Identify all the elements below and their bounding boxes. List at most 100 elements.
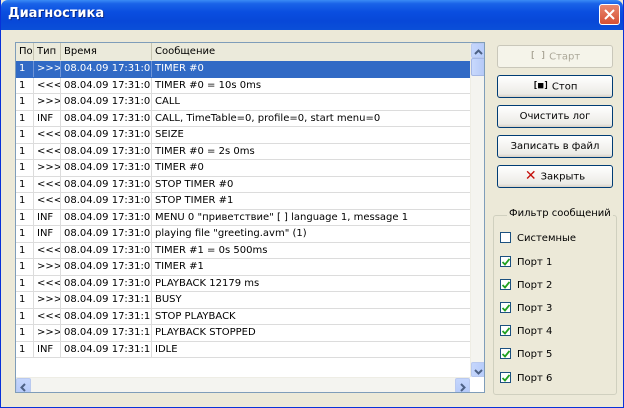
vertical-scroll-thumb[interactable] bbox=[471, 58, 484, 76]
log-cell-port: 1 bbox=[16, 143, 34, 160]
log-row[interactable]: 1 >>> 08.04.09 17:31:01 TIMER #0 bbox=[16, 61, 470, 78]
scroll-right-button[interactable] bbox=[455, 378, 470, 392]
log-row[interactable]: 1 INF 08.04.09 17:31:05 MENU 0 "приветствие… bbox=[16, 209, 470, 226]
filter-option-label: Системные bbox=[517, 233, 577, 244]
stop-button[interactable]: [■] Стоп bbox=[497, 75, 613, 98]
column-header-port[interactable]: Порт bbox=[16, 43, 34, 60]
log-cell-message: CALL bbox=[155, 96, 180, 107]
filter-port-5-checkbox[interactable]: Порт 5 bbox=[500, 347, 553, 362]
log-cell-time: 08.04.09 17:31:05 bbox=[61, 209, 152, 226]
checkbox-checked-icon[interactable] bbox=[500, 347, 511, 359]
log-cell-time: 08.04.09 17:31:03 bbox=[61, 143, 152, 160]
log-cell-message: PLAYBACK STOPPED bbox=[155, 327, 256, 338]
close-window-button[interactable] bbox=[599, 4, 620, 25]
log-cell-port: 1 bbox=[16, 110, 34, 127]
filter-system-checkbox[interactable]: Системные bbox=[500, 231, 577, 246]
checkbox-checked-icon[interactable] bbox=[500, 324, 511, 336]
log-cell-type: >>> bbox=[34, 292, 61, 308]
checkbox-checked-icon[interactable] bbox=[500, 301, 511, 313]
log-row[interactable]: 1 INF 08.04.09 17:31:15 IDLE bbox=[16, 341, 470, 358]
log-cell-type: <<< bbox=[34, 242, 61, 259]
clear-log-button[interactable]: Очистить лог bbox=[497, 105, 613, 128]
log-cell-message: SEIZE bbox=[155, 129, 184, 140]
filter-option-label: Порт 3 bbox=[517, 303, 553, 314]
log-cell-type: <<< bbox=[34, 143, 61, 160]
close-button-label: Закрыть bbox=[540, 171, 586, 183]
log-cell-time: 08.04.09 17:31:01 bbox=[61, 61, 152, 77]
arrow-left-icon bbox=[20, 383, 26, 392]
log-cell-time: 08.04.09 17:31:02 bbox=[61, 94, 152, 110]
log-cell-type: >>> bbox=[34, 94, 61, 110]
filter-option-label: Порт 4 bbox=[517, 326, 553, 337]
log-cell-time: 08.04.09 17:31:15 bbox=[61, 292, 152, 308]
log-row[interactable]: 1 >>> 08.04.09 17:31:05 TIMER #1 bbox=[16, 259, 470, 276]
scroll-left-button[interactable] bbox=[16, 378, 31, 392]
checkbox-checked-icon[interactable] bbox=[500, 255, 511, 267]
log-cell-type: >>> bbox=[34, 325, 61, 341]
log-cell-time: 08.04.09 17:31:15 bbox=[61, 341, 152, 358]
log-row[interactable]: 1 <<< 08.04.09 17:31:05 PLAYBACK 12179 ms bbox=[16, 275, 470, 292]
close-button[interactable]: ✕ Закрыть bbox=[497, 165, 613, 188]
log-cell-time: 08.04.09 17:31:05 bbox=[61, 242, 152, 259]
log-row[interactable]: 1 <<< 08.04.09 17:31:05 STOP TIMER #0 bbox=[16, 176, 470, 193]
checkbox-checked-icon[interactable] bbox=[500, 371, 511, 383]
scroll-down-button[interactable] bbox=[471, 362, 484, 377]
log-cell-type: <<< bbox=[34, 308, 61, 325]
log-cell-time: 08.04.09 17:31:15 bbox=[61, 308, 152, 325]
filter-option-label: Порт 5 bbox=[517, 349, 553, 360]
log-cell-port: 1 bbox=[16, 259, 34, 275]
filter-port-2-checkbox[interactable]: Порт 2 bbox=[500, 278, 552, 293]
checkbox-empty-icon[interactable] bbox=[500, 231, 511, 243]
filter-port-1-checkbox[interactable]: Порт 1 bbox=[500, 255, 553, 270]
title-bar[interactable]: Диагностика bbox=[1, 0, 623, 30]
log-row[interactable]: 1 <<< 08.04.09 17:31:15 STOP PLAYBACK bbox=[16, 308, 470, 325]
log-cell-type: >>> bbox=[34, 160, 61, 176]
log-cell-type: INF bbox=[34, 341, 61, 358]
log-cell-port: 1 bbox=[16, 160, 34, 176]
log-cell-time: 08.04.09 17:31:03 bbox=[61, 110, 152, 127]
log-row[interactable]: 1 <<< 08.04.09 17:31:03 TIMER #0 = 2s 0ms bbox=[16, 143, 470, 160]
log-row[interactable]: 1 >>> 08.04.09 17:31:02 CALL bbox=[16, 94, 470, 111]
filter-option-label: Порт 1 bbox=[517, 257, 553, 268]
clear-log-label: Очистить лог bbox=[519, 111, 591, 122]
checkbox-checked-icon[interactable] bbox=[500, 278, 511, 290]
log-cell-time: 08.04.09 17:31:05 bbox=[61, 193, 152, 209]
log-listview[interactable]: Порт Тип Время Сообщение 1>>>08.04.09 17… bbox=[15, 42, 485, 393]
vertical-scrollbar[interactable] bbox=[470, 43, 484, 377]
log-cell-time: 08.04.09 17:31:03 bbox=[61, 127, 152, 143]
log-cell-port: 1 bbox=[16, 226, 34, 242]
log-row[interactable]: 1 INF 08.04.09 17:31:05 playing file "greet… bbox=[16, 226, 470, 243]
close-icon bbox=[604, 9, 615, 20]
log-cell-message: STOP TIMER #1 bbox=[155, 195, 234, 206]
stop-icon: [■] bbox=[532, 81, 549, 91]
log-cell-message: TIMER #0 bbox=[155, 162, 204, 173]
log-cell-time: 08.04.09 17:31:05 bbox=[61, 160, 152, 176]
horizontal-scrollbar[interactable] bbox=[16, 377, 470, 392]
column-header-time[interactable]: Время bbox=[61, 43, 152, 60]
log-cell-port: 1 bbox=[16, 275, 34, 292]
log-cell-type: >>> bbox=[34, 259, 61, 275]
log-cell-time: 08.04.09 17:31:01 bbox=[61, 77, 152, 94]
start-button[interactable]: [ ] Старт bbox=[497, 45, 613, 68]
scroll-up-button[interactable] bbox=[471, 43, 484, 58]
log-rows: 1 >>> 08.04.09 17:31:01 TIMER #0 1 <<< 08.04.0… bbox=[16, 61, 470, 359]
log-row[interactable]: 1 <<< 08.04.09 17:31:05 TIMER #1 = 0s 500ms bbox=[16, 242, 470, 259]
log-cell-type: INF bbox=[34, 226, 61, 242]
log-row[interactable]: 1 <<< 08.04.09 17:31:05 STOP TIMER #1 bbox=[16, 193, 470, 210]
save-to-file-button[interactable]: Записать в файл bbox=[497, 135, 613, 158]
log-row[interactable]: 1 >>> 08.04.09 17:31:15 BUSY bbox=[16, 292, 470, 309]
filter-port-4-checkbox[interactable]: Порт 4 bbox=[500, 324, 553, 339]
filter-option-label: Порт 6 bbox=[517, 373, 553, 384]
log-row[interactable]: 1 <<< 08.04.09 17:31:01 TIMER #0 = 10s 0ms bbox=[16, 77, 470, 94]
log-cell-port: 1 bbox=[16, 193, 34, 209]
column-header-type[interactable]: Тип bbox=[34, 43, 61, 60]
filter-port-6-checkbox[interactable]: Порт 6 bbox=[500, 371, 553, 386]
column-header-message[interactable]: Сообщение bbox=[152, 43, 470, 60]
filter-port-3-checkbox[interactable]: Порт 3 bbox=[500, 301, 553, 316]
log-row[interactable]: 1 INF 08.04.09 17:31:03 CALL, TimeTable=0, … bbox=[16, 110, 470, 127]
message-filter-title: Фильтр сообщений bbox=[507, 208, 613, 219]
log-row[interactable]: 1 <<< 08.04.09 17:31:03 SEIZE bbox=[16, 127, 470, 144]
log-row[interactable]: 1 >>> 08.04.09 17:31:15 PLAYBACK STOPPED bbox=[16, 325, 470, 342]
log-cell-port: 1 bbox=[16, 176, 34, 193]
log-row[interactable]: 1 >>> 08.04.09 17:31:05 TIMER #0 bbox=[16, 160, 470, 177]
